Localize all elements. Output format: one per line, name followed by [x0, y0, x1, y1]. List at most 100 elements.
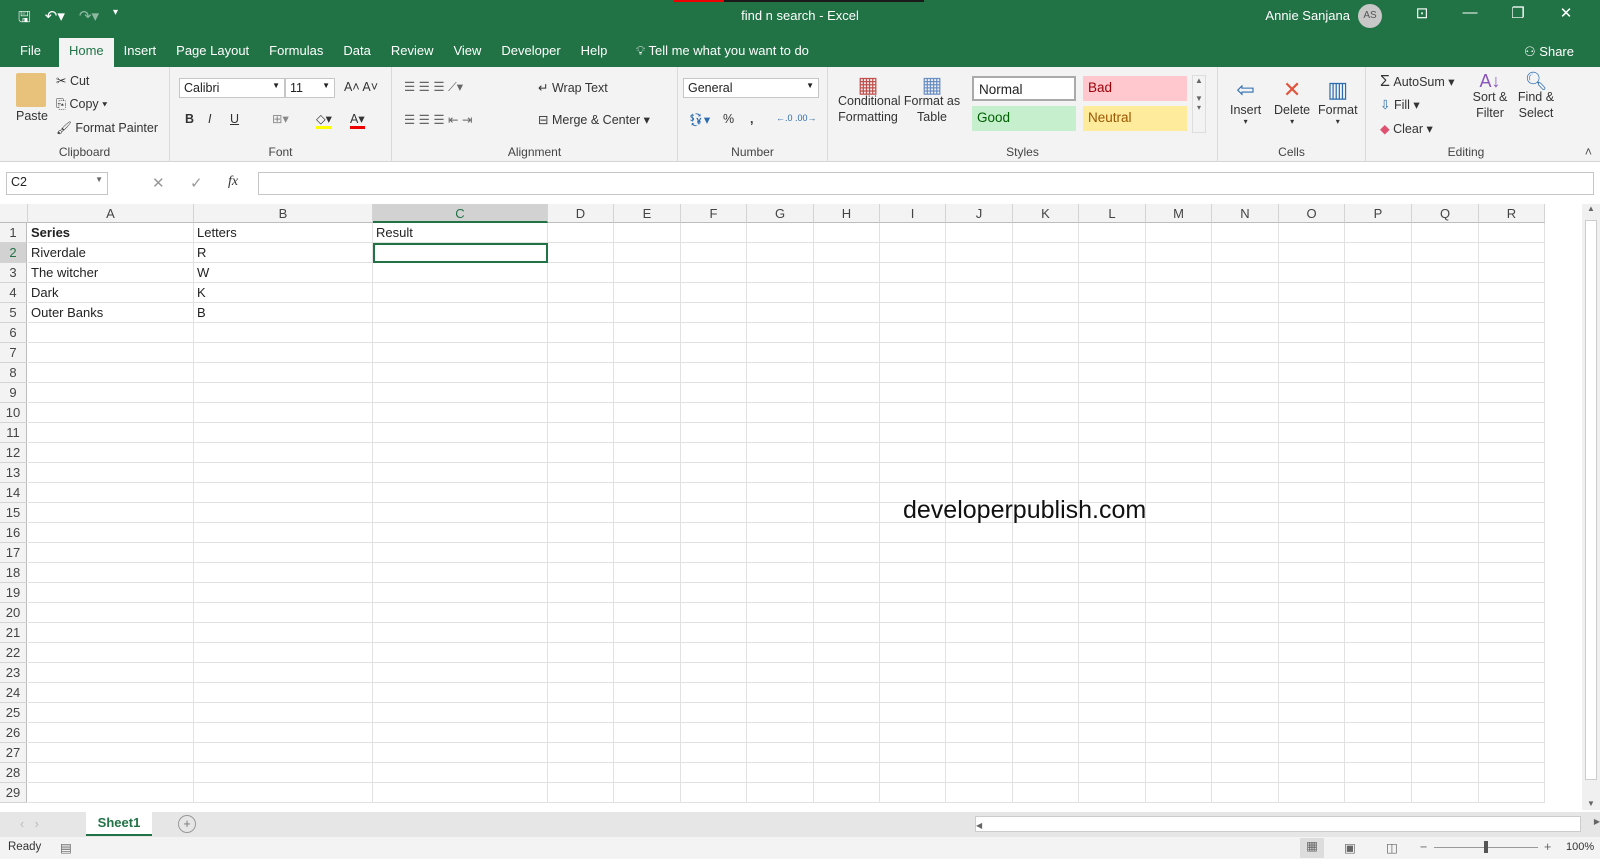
cell-I10[interactable] [880, 403, 946, 423]
cell-Q26[interactable] [1412, 723, 1479, 743]
cell-L20[interactable] [1079, 603, 1146, 623]
cell-O7[interactable] [1279, 343, 1345, 363]
cell-N6[interactable] [1212, 323, 1279, 343]
cell-B7[interactable] [194, 343, 373, 363]
cell-D9[interactable] [548, 383, 614, 403]
cell-N10[interactable] [1212, 403, 1279, 423]
cell-Q19[interactable] [1412, 583, 1479, 603]
cell-K3[interactable] [1013, 263, 1079, 283]
cell-B12[interactable] [194, 443, 373, 463]
cell-B20[interactable] [194, 603, 373, 623]
cell-M23[interactable] [1146, 663, 1212, 683]
cell-Q10[interactable] [1412, 403, 1479, 423]
cell-G7[interactable] [747, 343, 814, 363]
cell-J22[interactable] [946, 643, 1013, 663]
cell-N1[interactable] [1212, 223, 1279, 243]
cell-R11[interactable] [1479, 423, 1545, 443]
cell-I24[interactable] [880, 683, 946, 703]
cell-G18[interactable] [747, 563, 814, 583]
cell-M26[interactable] [1146, 723, 1212, 743]
cell-P9[interactable] [1345, 383, 1412, 403]
cell-O20[interactable] [1279, 603, 1345, 623]
cell-H20[interactable] [814, 603, 880, 623]
format-cells-button[interactable]: ▥ Format ▾ [1318, 77, 1358, 126]
cell-R17[interactable] [1479, 543, 1545, 563]
cell-E16[interactable] [614, 523, 681, 543]
cell-E7[interactable] [614, 343, 681, 363]
cell-N27[interactable] [1212, 743, 1279, 763]
cell-B11[interactable] [194, 423, 373, 443]
cell-K23[interactable] [1013, 663, 1079, 683]
cell-O13[interactable] [1279, 463, 1345, 483]
cell-E3[interactable] [614, 263, 681, 283]
paste-icon[interactable] [16, 73, 46, 107]
cell-J1[interactable] [946, 223, 1013, 243]
cell-C21[interactable] [373, 623, 548, 643]
cell-Q14[interactable] [1412, 483, 1479, 503]
ribbon-display-icon[interactable]: ⊡ [1398, 4, 1446, 22]
font-color-icon[interactable]: A▾ [350, 111, 365, 129]
cell-C10[interactable] [373, 403, 548, 423]
cell-A8[interactable] [28, 363, 194, 383]
cell-N2[interactable] [1212, 243, 1279, 263]
cell-F22[interactable] [681, 643, 747, 663]
cell-F21[interactable] [681, 623, 747, 643]
cell-H23[interactable] [814, 663, 880, 683]
cell-N14[interactable] [1212, 483, 1279, 503]
cell-K7[interactable] [1013, 343, 1079, 363]
cell-Q8[interactable] [1412, 363, 1479, 383]
cell-L18[interactable] [1079, 563, 1146, 583]
cell-N17[interactable] [1212, 543, 1279, 563]
cell-I9[interactable] [880, 383, 946, 403]
cell-O19[interactable] [1279, 583, 1345, 603]
cell-J29[interactable] [946, 783, 1013, 803]
cell-I13[interactable] [880, 463, 946, 483]
cell-L3[interactable] [1079, 263, 1146, 283]
select-all-corner[interactable] [0, 204, 28, 223]
cell-B19[interactable] [194, 583, 373, 603]
cell-E10[interactable] [614, 403, 681, 423]
cell-A3[interactable]: The witcher [28, 263, 194, 283]
row-header[interactable]: 14 [0, 483, 27, 503]
cell-A20[interactable] [28, 603, 194, 623]
cell-R8[interactable] [1479, 363, 1545, 383]
cell-R10[interactable] [1479, 403, 1545, 423]
cell-B3[interactable]: W [194, 263, 373, 283]
cell-P2[interactable] [1345, 243, 1412, 263]
cell-C16[interactable] [373, 523, 548, 543]
cell-J11[interactable] [946, 423, 1013, 443]
cell-P3[interactable] [1345, 263, 1412, 283]
cell-H17[interactable] [814, 543, 880, 563]
zoom-slider-thumb[interactable] [1484, 841, 1488, 853]
cell-M6[interactable] [1146, 323, 1212, 343]
cell-L1[interactable] [1079, 223, 1146, 243]
zoom-in-icon[interactable]: + [1544, 840, 1551, 854]
cell-Q24[interactable] [1412, 683, 1479, 703]
cell-D4[interactable] [548, 283, 614, 303]
sheet-nav-icons[interactable]: ‹ › [20, 817, 39, 831]
cell-L25[interactable] [1079, 703, 1146, 723]
style-neutral[interactable]: Neutral [1083, 106, 1187, 131]
cell-Q28[interactable] [1412, 763, 1479, 783]
cell-O11[interactable] [1279, 423, 1345, 443]
cell-C29[interactable] [373, 783, 548, 803]
cell-R23[interactable] [1479, 663, 1545, 683]
autosum-button[interactable]: Σ AutoSum ▾ [1380, 73, 1455, 91]
cell-E14[interactable] [614, 483, 681, 503]
cell-Q9[interactable] [1412, 383, 1479, 403]
cell-B21[interactable] [194, 623, 373, 643]
cell-K19[interactable] [1013, 583, 1079, 603]
row-header[interactable]: 20 [0, 603, 27, 623]
cell-O28[interactable] [1279, 763, 1345, 783]
cell-O26[interactable] [1279, 723, 1345, 743]
cell-O18[interactable] [1279, 563, 1345, 583]
cell-P21[interactable] [1345, 623, 1412, 643]
cell-R5[interactable] [1479, 303, 1545, 323]
row-header[interactable]: 5 [0, 303, 27, 323]
cell-M16[interactable] [1146, 523, 1212, 543]
tab-file[interactable]: File [0, 38, 51, 67]
vertical-scrollbar[interactable]: ▲ ▼ [1582, 204, 1600, 810]
row-header[interactable]: 10 [0, 403, 27, 423]
cell-C22[interactable] [373, 643, 548, 663]
cell-D2[interactable] [548, 243, 614, 263]
